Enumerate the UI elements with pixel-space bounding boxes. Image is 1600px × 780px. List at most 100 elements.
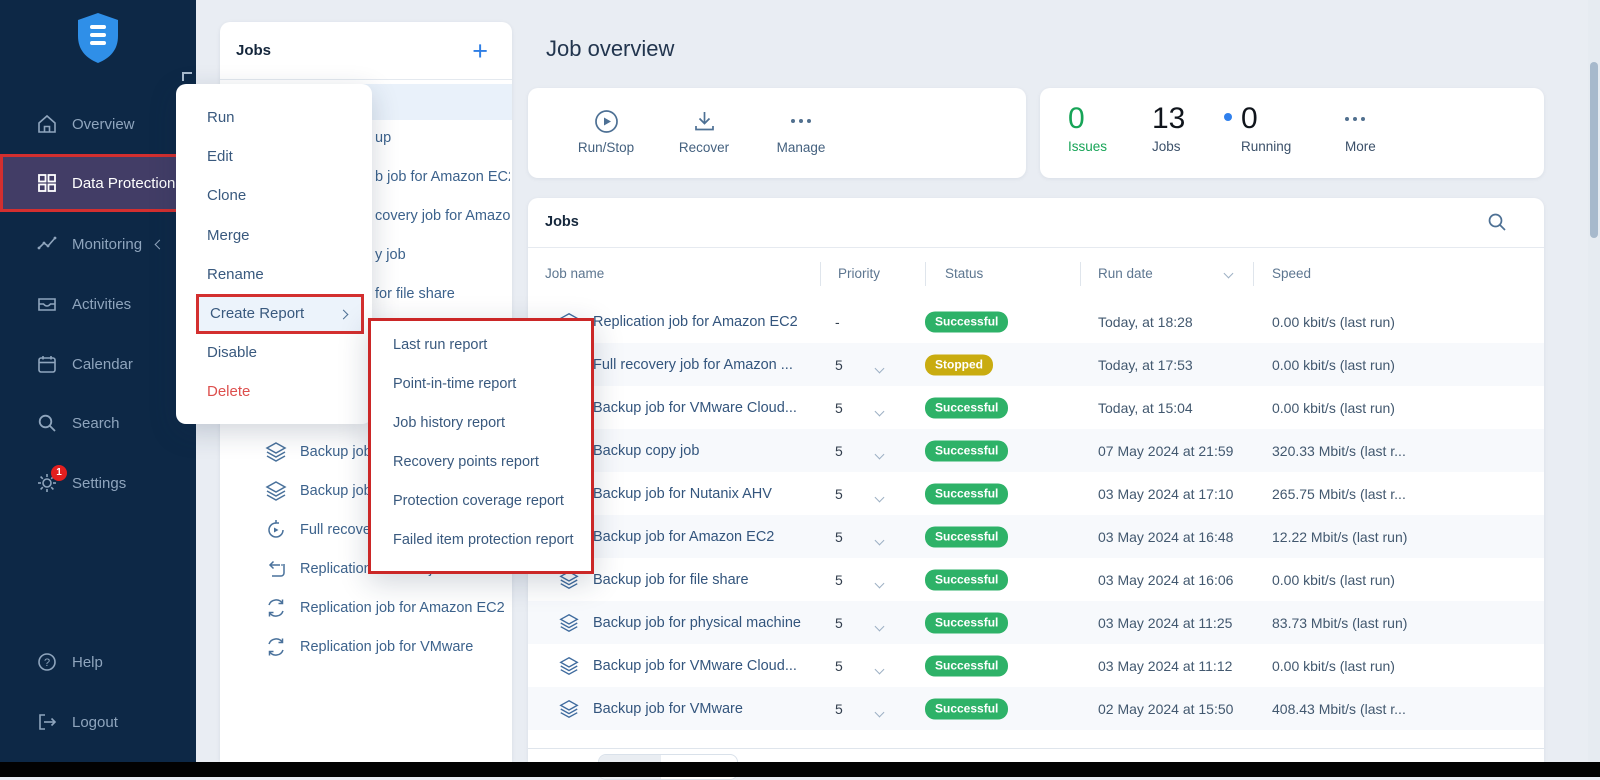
cell-priority: 5 bbox=[835, 529, 843, 545]
job-name-fragment[interactable]: for file share bbox=[375, 286, 455, 306]
sidebar-item-label: Activities bbox=[72, 296, 131, 313]
col-priority[interactable]: Priority bbox=[838, 266, 880, 281]
table-row[interactable]: Backup job for file share 5 Successful 0… bbox=[528, 558, 1544, 601]
job-name-fragment[interactable]: b job for Amazon EC2 bbox=[375, 169, 510, 189]
menu-item-merge[interactable]: Merge bbox=[176, 217, 372, 255]
cell-speed: 83.73 Mbit/s (last run) bbox=[1272, 615, 1407, 631]
sidebar-item-monitoring[interactable]: Monitoring bbox=[0, 222, 196, 266]
list-item[interactable]: Replication job for VMware bbox=[264, 635, 510, 659]
stat-issues[interactable]: 0 Issues bbox=[1068, 102, 1107, 154]
sort-chevron-down-icon[interactable] bbox=[1224, 269, 1234, 279]
menu-item-create-report[interactable]: Create Report bbox=[196, 294, 364, 334]
cell-priority: 5 bbox=[835, 658, 843, 674]
run-stop-button[interactable]: Run/Stop bbox=[561, 106, 651, 155]
jobs-table-card: Jobs Job name Priority Status Run date S… bbox=[528, 198, 1544, 762]
stat-label: Issues bbox=[1068, 139, 1107, 154]
sidebar-item-data-protection[interactable]: Data Protection bbox=[0, 154, 181, 212]
menu-item-run[interactable]: Run bbox=[176, 99, 372, 137]
table-row[interactable]: Backup job for Nutanix AHV 5 Successful … bbox=[528, 472, 1544, 515]
menu-item-clone[interactable]: Clone bbox=[176, 177, 372, 215]
priority-chevron-down-icon[interactable] bbox=[875, 621, 885, 631]
submenu-item-last-run-report[interactable]: Last run report bbox=[371, 330, 591, 360]
tool-label: Run/Stop bbox=[561, 140, 651, 155]
sidebar-item-label: Monitoring bbox=[72, 236, 142, 253]
submenu-item-failed-item-protection-report[interactable]: Failed item protection report bbox=[371, 525, 591, 555]
job-name-fragment[interactable]: up bbox=[375, 130, 391, 150]
col-speed[interactable]: Speed bbox=[1272, 266, 1311, 281]
priority-chevron-down-icon[interactable] bbox=[875, 578, 885, 588]
priority-chevron-down-icon[interactable] bbox=[875, 535, 885, 545]
submenu-item-job-history-report[interactable]: Job history report bbox=[371, 408, 591, 438]
play-circle-icon bbox=[561, 106, 651, 136]
job-name-fragment[interactable]: covery job for Amazon E bbox=[375, 208, 510, 228]
table-row[interactable]: Replication job for Amazon EC2 - Success… bbox=[528, 300, 1544, 343]
manage-button[interactable]: Manage bbox=[756, 106, 846, 155]
priority-chevron-down-icon[interactable] bbox=[875, 363, 885, 373]
table-row[interactable]: Backup job for physical machine 5 Succes… bbox=[528, 601, 1544, 644]
status-badge: Successful bbox=[925, 526, 1008, 547]
sidebar-item-calendar[interactable]: Calendar bbox=[0, 342, 196, 386]
sidebar-item-settings[interactable]: 1 Settings bbox=[0, 461, 196, 505]
sidebar-item-logout[interactable]: Logout bbox=[0, 700, 196, 744]
table-row[interactable]: Backup copy job 5 Successful 07 May 2024… bbox=[528, 429, 1544, 472]
jobs-count: 13 bbox=[1152, 102, 1185, 136]
status-badge: Successful bbox=[925, 569, 1008, 590]
backup-job-icon bbox=[264, 479, 288, 503]
stat-running[interactable]: 0 Running bbox=[1224, 102, 1291, 154]
sidebar-item-activities[interactable]: Activities bbox=[0, 282, 196, 326]
cell-priority: 5 bbox=[835, 486, 843, 502]
stat-more[interactable]: More bbox=[1345, 102, 1376, 154]
sidebar-item-label: Calendar bbox=[72, 356, 133, 373]
list-item[interactable]: Replication job for Amazon EC2 bbox=[264, 596, 510, 620]
sidebar-item-search[interactable]: Search bbox=[0, 401, 196, 445]
cell-job-name: Backup job for Nutanix AHV bbox=[593, 486, 772, 502]
scrollbar-thumb[interactable] bbox=[1590, 62, 1598, 238]
backup-job-icon bbox=[558, 612, 580, 634]
job-context-menu: Run Edit Clone Merge Rename Create Repor… bbox=[176, 84, 372, 424]
cell-run-date: 03 May 2024 at 16:48 bbox=[1098, 529, 1233, 545]
menu-item-delete[interactable]: Delete bbox=[176, 373, 372, 411]
priority-chevron-down-icon[interactable] bbox=[875, 406, 885, 416]
search-icon[interactable] bbox=[1486, 211, 1508, 233]
cell-speed: 320.33 Mbit/s (last r... bbox=[1272, 443, 1406, 459]
cell-run-date: 03 May 2024 at 16:06 bbox=[1098, 572, 1233, 588]
cell-speed: 0.00 kbit/s (last run) bbox=[1272, 572, 1395, 588]
priority-chevron-down-icon[interactable] bbox=[875, 664, 885, 674]
job-name: Full recove bbox=[300, 522, 371, 538]
recover-button[interactable]: Recover bbox=[659, 106, 749, 155]
table-row[interactable]: Backup job for VMware 5 Successful 02 Ma… bbox=[528, 687, 1544, 730]
col-run-date[interactable]: Run date bbox=[1098, 266, 1153, 281]
menu-item-edit[interactable]: Edit bbox=[176, 138, 372, 176]
sidebar-item-overview[interactable]: Overview bbox=[0, 102, 196, 146]
cell-run-date: 03 May 2024 at 11:12 bbox=[1098, 658, 1232, 674]
submenu-item-point-in-time-report[interactable]: Point-in-time report bbox=[371, 369, 591, 399]
cell-job-name: Backup job for physical machine bbox=[593, 615, 801, 631]
stat-jobs[interactable]: 13 Jobs bbox=[1152, 102, 1185, 154]
menu-item-rename[interactable]: Rename bbox=[176, 256, 372, 294]
submenu-chevron-right-icon bbox=[339, 309, 349, 319]
cell-speed: 12.22 Mbit/s (last run) bbox=[1272, 529, 1407, 545]
table-row[interactable]: Backup job for VMware Cloud... 5 Success… bbox=[528, 644, 1544, 687]
sidebar-item-help[interactable]: ? Help bbox=[0, 640, 196, 684]
issues-count: 0 bbox=[1068, 102, 1107, 136]
cell-run-date: Today, at 15:04 bbox=[1098, 400, 1193, 416]
sidebar: Overview Data Protection Monitoring Acti… bbox=[0, 0, 196, 762]
replication-job-icon bbox=[264, 635, 288, 659]
menu-item-disable[interactable]: Disable bbox=[176, 334, 372, 372]
table-row[interactable]: Backup job for VMware Cloud... 5 Success… bbox=[528, 386, 1544, 429]
backup-job-icon bbox=[264, 440, 288, 464]
job-name: Backup job bbox=[300, 483, 372, 499]
submenu-item-recovery-points-report[interactable]: Recovery points report bbox=[371, 447, 591, 477]
priority-chevron-down-icon[interactable] bbox=[875, 707, 885, 717]
col-status[interactable]: Status bbox=[945, 266, 983, 281]
priority-chevron-down-icon[interactable] bbox=[875, 449, 885, 459]
cell-run-date: 03 May 2024 at 11:25 bbox=[1098, 615, 1232, 631]
add-job-button[interactable]: + bbox=[472, 41, 488, 61]
submenu-item-protection-coverage-report[interactable]: Protection coverage report bbox=[371, 486, 591, 516]
col-job-name[interactable]: Job name bbox=[545, 266, 604, 281]
table-row[interactable]: Backup job for Amazon EC2 5 Successful 0… bbox=[528, 515, 1544, 558]
job-name-fragment[interactable]: y job bbox=[375, 247, 406, 267]
cell-run-date: 03 May 2024 at 17:10 bbox=[1098, 486, 1233, 502]
table-row[interactable]: Full recovery job for Amazon ... 5 Stopp… bbox=[528, 343, 1544, 386]
priority-chevron-down-icon[interactable] bbox=[875, 492, 885, 502]
